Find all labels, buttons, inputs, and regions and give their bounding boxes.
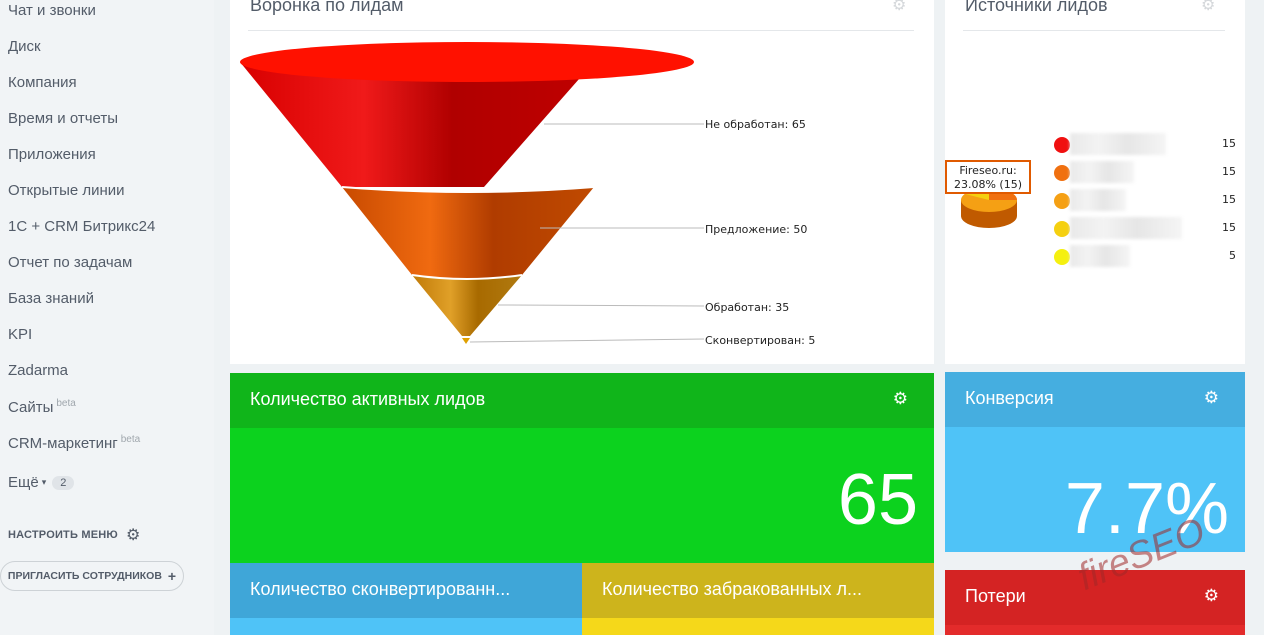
configure-menu-label: НАСТРОИТЬ МЕНЮ	[8, 529, 118, 541]
sidebar-item-label: CRM-маркетинг	[8, 435, 118, 452]
sidebar-item-label: Компания	[8, 74, 77, 91]
legend-dot	[1054, 249, 1070, 265]
legend-item[interactable]: 15	[1054, 217, 1244, 239]
active-leads-tile[interactable]: Количество активных лидов ⚙ 65	[230, 373, 934, 563]
funnel-label-3: Обработан: 35	[705, 301, 789, 314]
tooltip-line-1: Fireseo.ru:	[959, 164, 1017, 177]
sidebar-item-company[interactable]: Компания	[8, 74, 77, 91]
caret-down-icon: ▾	[41, 477, 47, 487]
converted-leads-tile[interactable]: Количество сконвертированн...	[230, 563, 582, 635]
blurred-label	[1070, 245, 1130, 267]
funnel-label-1: Не обработан: 65	[705, 118, 806, 131]
legend-item[interactable]: 5	[1054, 245, 1244, 267]
sidebar-item-1c-crm[interactable]: 1С + CRM Битрикс24	[8, 218, 155, 235]
sidebar-item-apps[interactable]: Приложения	[8, 146, 96, 163]
beta-badge: beta	[120, 434, 141, 445]
legend-value: 15	[1222, 165, 1236, 178]
legend-value: 15	[1222, 137, 1236, 150]
divider	[963, 30, 1225, 31]
funnel-panel: Воронка по лидам ⚙ Не обработан: 65 Пред	[230, 0, 934, 364]
sidebar-item-label: KPI	[8, 326, 33, 343]
tile-title: Количество активных лидов	[250, 389, 486, 409]
sidebar-item-label: 1С + CRM Битрикс24	[8, 218, 156, 235]
sidebar-item-kpi[interactable]: KPI	[8, 326, 32, 343]
sidebar-item-open-lines[interactable]: Открытые линии	[8, 182, 125, 199]
sidebar-item-task-report[interactable]: Отчет по задачам	[8, 254, 132, 271]
legend-value: 5	[1229, 249, 1236, 262]
more-count-badge: 2	[52, 476, 75, 490]
funnel-stage-2-shape[interactable]	[342, 187, 594, 279]
blurred-label	[1070, 133, 1166, 155]
funnel-stage-4-shape[interactable]	[462, 338, 470, 344]
connector-line	[469, 338, 705, 343]
sidebar-item-zadarma[interactable]: Zadarma	[8, 362, 68, 379]
left-sidebar: Чат и звонки Диск Компания Время и отчет…	[0, 0, 214, 635]
tile-title: Количество сконвертированн...	[250, 579, 511, 599]
gear-icon[interactable]: ⚙	[1204, 586, 1219, 606]
legend-value: 15	[1222, 193, 1236, 206]
sidebar-item-chat[interactable]: Чат и звонки	[8, 2, 96, 19]
gear-icon: ⚙	[125, 527, 141, 544]
legend-dot	[1054, 193, 1070, 209]
legend-item[interactable]: 15	[1054, 133, 1244, 155]
beta-badge: beta	[56, 398, 76, 409]
sidebar-item-time-reports[interactable]: Время и отчеты	[8, 110, 118, 127]
sidebar-item-label: Диск	[8, 38, 41, 55]
sidebar-item-label: Сайты	[8, 399, 54, 416]
legend-item[interactable]: 15	[1054, 189, 1244, 211]
sidebar-item-label: Ещё	[8, 474, 39, 491]
legend-dot	[1054, 137, 1070, 153]
tile-title: Количество забракованных л...	[602, 579, 863, 599]
sidebar-item-knowledge-base[interactable]: База знаний	[8, 290, 94, 307]
pie-tooltip: Fireseo.ru: 23.08% (15)	[945, 160, 1031, 194]
sidebar-item-disk[interactable]: Диск	[8, 38, 41, 55]
sidebar-item-label: Открытые линии	[8, 182, 125, 199]
funnel-label-4: Сконвертирован: 5	[705, 334, 815, 347]
sidebar-item-label: Время и отчеты	[8, 110, 119, 127]
rejected-leads-tile[interactable]: Количество забракованных л...	[582, 563, 934, 635]
blurred-label	[1070, 217, 1182, 239]
tile-title: Конверсия	[965, 388, 1054, 408]
sidebar-item-label: База знаний	[8, 290, 94, 307]
gear-icon[interactable]: ⚙	[1204, 388, 1219, 408]
configure-menu-button[interactable]: НАСТРОИТЬ МЕНЮ ⚙	[8, 525, 140, 545]
sidebar-item-label: Приложения	[8, 146, 96, 163]
funnel-label-2: Предложение: 50	[705, 223, 807, 236]
invite-label: ПРИГЛАСИТЬ СОТРУДНИКОВ	[7, 570, 162, 582]
funnel-top-ellipse	[240, 42, 694, 82]
sidebar-item-more[interactable]: Ещё ▾ 2	[8, 474, 75, 491]
blurred-label	[1070, 189, 1126, 211]
gear-icon[interactable]: ⚙	[1201, 0, 1215, 15]
legend-value: 15	[1222, 221, 1236, 234]
connector-line	[497, 304, 705, 307]
tile-value: 65	[837, 460, 918, 540]
funnel-chart: Не обработан: 65 Предложение: 50 Обработ…	[240, 42, 815, 347]
invite-employees-button[interactable]: ПРИГЛАСИТЬ СОТРУДНИКОВ +	[0, 561, 184, 591]
sources-panel-title: Источники лидов	[965, 0, 1108, 15]
gear-icon[interactable]: ⚙	[893, 389, 908, 409]
legend-dot	[1054, 165, 1070, 181]
sidebar-item-sites[interactable]: Сайты beta	[8, 398, 76, 416]
tile-title: Потери	[965, 586, 1026, 606]
sidebar-item-crm-marketing[interactable]: CRM-маркетинг beta	[8, 434, 140, 452]
sidebar-item-label: Zadarma	[8, 362, 69, 379]
blurred-label	[1070, 161, 1134, 183]
legend-dot	[1054, 221, 1070, 237]
legend-item[interactable]: 15	[1054, 161, 1244, 183]
sidebar-item-label: Отчет по задачам	[8, 254, 133, 271]
plus-icon: +	[167, 568, 177, 584]
tooltip-line-2: 23.08% (15)	[953, 178, 1023, 191]
sidebar-item-label: Чат и звонки	[8, 2, 96, 19]
